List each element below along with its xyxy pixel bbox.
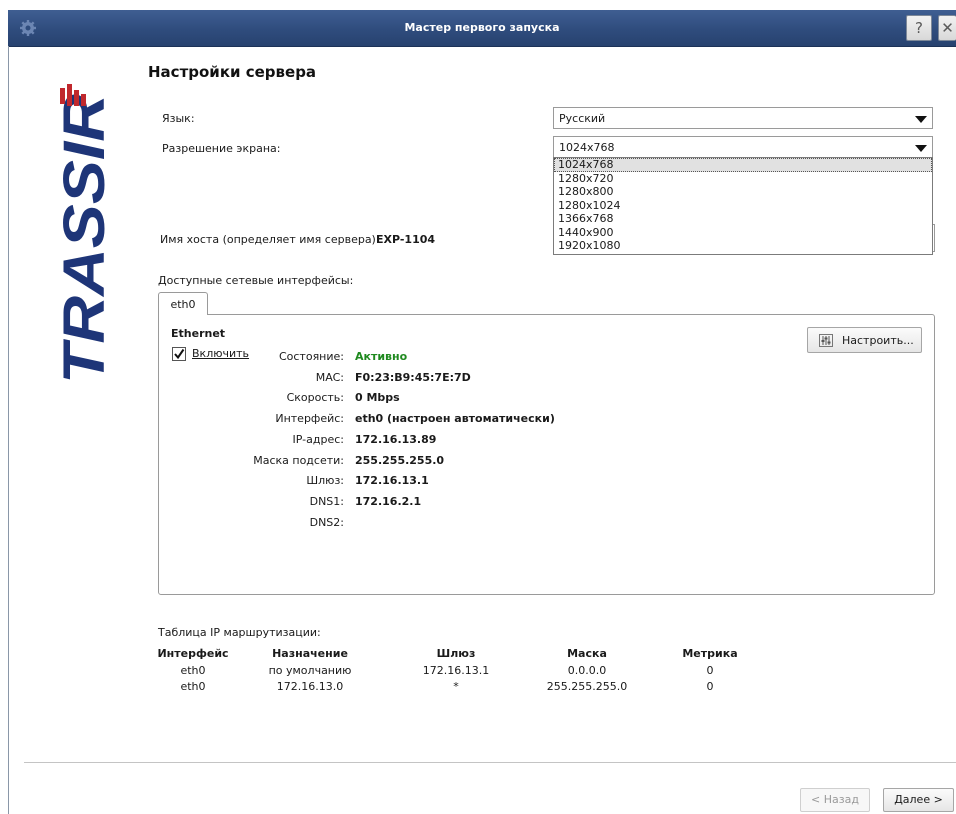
- speed-value: 0 Mbps: [355, 391, 400, 404]
- interface-label: Интерфейс:: [275, 412, 344, 425]
- routing-header-destination: Назначение: [272, 647, 348, 660]
- mac-label: MAC:: [315, 371, 344, 384]
- next-button[interactable]: Далее >: [883, 788, 954, 812]
- help-button[interactable]: ?: [906, 15, 932, 41]
- resolution-option[interactable]: 1366x768: [554, 212, 932, 226]
- routing-header-mask: Маска: [567, 647, 607, 660]
- ip-label: IP-адрес:: [292, 433, 344, 446]
- routing-header-metric: Метрика: [682, 647, 738, 660]
- language-label: Язык:: [162, 112, 195, 125]
- resolution-option[interactable]: 1920x1080: [554, 239, 932, 253]
- resolution-label: Разрешение экрана:: [162, 142, 281, 155]
- routing-table-title: Таблица IP маршрутизации:: [158, 626, 321, 639]
- routing-header-gateway: Шлюз: [436, 647, 476, 660]
- logo-text: TRASSIR: [52, 94, 112, 384]
- table-cell: eth0: [180, 664, 206, 677]
- table-cell: 0: [706, 680, 714, 693]
- footer-separator: [24, 762, 956, 763]
- table-cell: 172.16.13.0: [276, 680, 344, 693]
- ip-value: 172.16.13.89: [355, 433, 437, 446]
- configure-button-label: Настроить...: [842, 334, 914, 347]
- table-cell: 172.16.13.1: [422, 664, 490, 677]
- routing-header-interface: Интерфейс: [157, 647, 229, 660]
- resolution-select-value: 1024x768: [559, 141, 615, 154]
- trassir-logo: TRASSIR: [52, 84, 117, 384]
- table-cell: *: [453, 680, 459, 693]
- table-cell: по умолчанию: [268, 664, 352, 677]
- language-select-value: Русский: [559, 112, 606, 125]
- hostname-value: EXP-1104: [376, 233, 436, 246]
- resolution-option[interactable]: 1280x720: [554, 172, 932, 186]
- window-frame: [8, 46, 9, 814]
- interface-type: Ethernet: [171, 327, 226, 340]
- language-select[interactable]: Русский: [553, 107, 933, 129]
- sliders-icon: [819, 334, 833, 347]
- resolution-select[interactable]: 1024x768: [553, 136, 933, 158]
- table-cell: 0: [706, 664, 714, 677]
- table-cell: 255.255.255.0: [546, 680, 628, 693]
- close-button[interactable]: ✕: [938, 15, 956, 41]
- resolution-option[interactable]: 1024x768: [554, 158, 932, 172]
- page-title: Настройки сервера: [148, 63, 317, 81]
- resolution-option[interactable]: 1280x1024: [554, 199, 932, 213]
- resolution-dropdown-list: 1024x768 1280x720 1280x800 1280x1024 136…: [553, 157, 933, 255]
- dropdown-arrow-icon: [915, 145, 927, 152]
- table-cell: 0.0.0.0: [567, 664, 607, 677]
- resolution-option[interactable]: 1280x800: [554, 185, 932, 199]
- window-title: Мастер первого запуска: [404, 21, 560, 34]
- netmask-label: Маска подсети:: [253, 454, 344, 467]
- resolution-option[interactable]: 1440x900: [554, 226, 932, 240]
- status-value: Активно: [355, 350, 408, 363]
- mac-value: F0:23:B9:45:7E:7D: [355, 371, 471, 384]
- gateway-value: 172.16.13.1: [355, 474, 429, 487]
- netmask-value: 255.255.255.0: [355, 454, 445, 467]
- configure-button[interactable]: Настроить...: [807, 327, 922, 353]
- speed-label: Скорость:: [286, 391, 344, 404]
- network-interfaces-label: Доступные сетевые интерфейсы:: [158, 274, 354, 287]
- back-button[interactable]: < Назад: [800, 788, 870, 812]
- status-label: Состояние:: [278, 350, 344, 363]
- hostname-label: Имя хоста (определяет имя сервера):: [160, 233, 380, 246]
- tab-eth0[interactable]: eth0: [158, 292, 208, 315]
- gateway-label: Шлюз:: [306, 474, 344, 487]
- interface-value: eth0 (настроен автоматически): [355, 412, 555, 425]
- dns2-label: DNS2:: [309, 516, 344, 529]
- window-title-bar: Мастер первого запуска ? ✕: [8, 10, 956, 47]
- dns1-label: DNS1:: [309, 495, 344, 508]
- dropdown-arrow-icon: [915, 116, 927, 123]
- dns1-value: 172.16.2.1: [355, 495, 422, 508]
- table-cell: eth0: [180, 680, 206, 693]
